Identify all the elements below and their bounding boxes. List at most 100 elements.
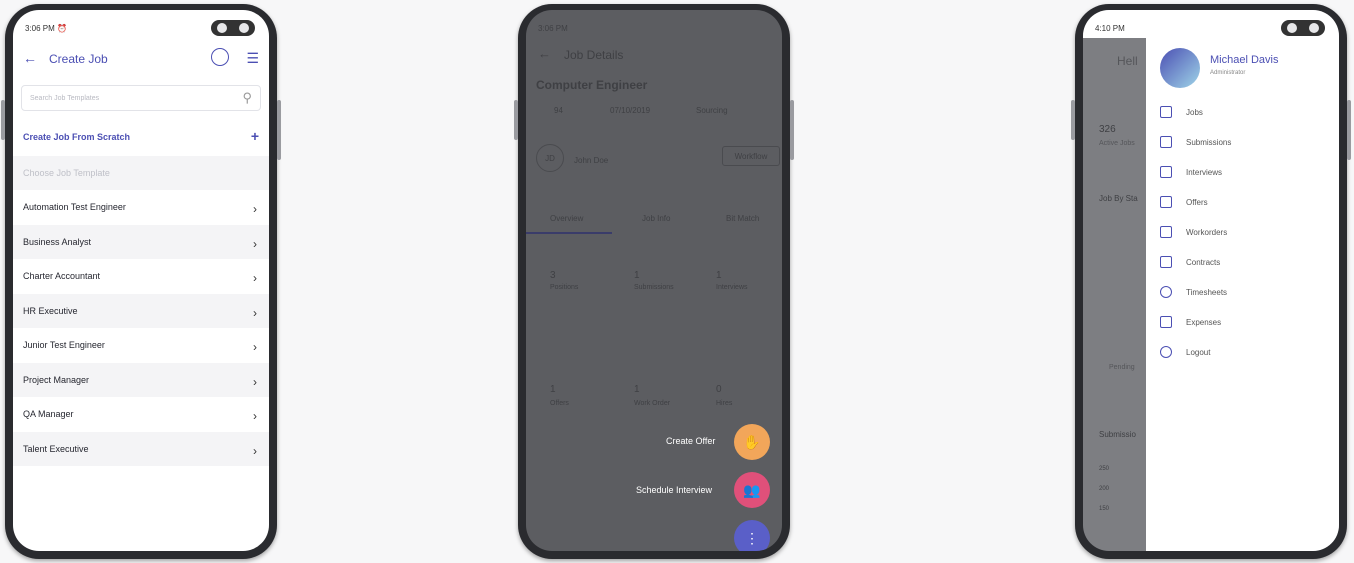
workflow-button: Workflow xyxy=(722,146,780,166)
camera-cutout xyxy=(211,20,255,36)
menu-icon[interactable]: ☰ xyxy=(246,50,259,67)
nav-drawer: Michael Davis Administrator Jobs Submiss… xyxy=(1146,10,1339,551)
menu-label: Offers xyxy=(1186,197,1208,207)
menu-item-expenses[interactable]: Expenses xyxy=(1160,314,1221,330)
stat-value: 1 xyxy=(716,270,722,281)
submissions-chart-label: Submissio xyxy=(1099,430,1136,439)
document-icon xyxy=(1160,226,1172,238)
offer-icon: ✋ xyxy=(743,434,761,450)
chevron-right-icon: › xyxy=(253,202,257,216)
camera-cutout xyxy=(1281,20,1325,36)
template-label: Business Analyst xyxy=(23,237,92,247)
search-placeholder: Search Job Templates xyxy=(30,95,100,102)
menu-label: Contracts xyxy=(1186,257,1221,267)
tab-overview: Overview xyxy=(550,214,584,223)
more-icon: ⋮ xyxy=(745,530,759,546)
stat-label: Hires xyxy=(716,400,733,407)
chevron-right-icon: › xyxy=(253,340,257,354)
page-title: Create Job xyxy=(49,52,108,66)
job-status: Sourcing xyxy=(696,106,728,115)
create-offer-button[interactable]: ✋ xyxy=(734,424,770,460)
menu-label: Interviews xyxy=(1186,167,1223,177)
back-arrow-icon[interactable]: ← xyxy=(23,50,37,66)
phone-job-details: 3:06 PM ← Job Details Computer Engineer … xyxy=(514,4,794,559)
stat-label: Submissions xyxy=(634,284,674,291)
menu-item-contracts[interactable]: Contracts xyxy=(1160,254,1220,270)
layers-icon xyxy=(1160,136,1172,148)
greeting: Hell xyxy=(1117,54,1138,68)
menu-item-workorders[interactable]: Workorders xyxy=(1160,224,1227,240)
schedule-interview-label: Schedule Interview xyxy=(636,485,713,495)
tab-underline xyxy=(526,232,612,234)
template-label: Automation Test Engineer xyxy=(23,202,126,212)
people-icon: 👥 xyxy=(743,482,761,498)
schedule-interview-button[interactable]: 👥 xyxy=(734,472,770,508)
choose-template-header: Choose Job Template xyxy=(13,156,269,190)
create-from-scratch[interactable]: Create Job From Scratch + xyxy=(13,120,269,154)
page-title: Job Details xyxy=(564,48,624,62)
menu-item-jobs[interactable]: Jobs xyxy=(1160,104,1203,120)
stat-label: Offers xyxy=(550,400,569,407)
menu-label: Timesheets xyxy=(1186,287,1228,297)
template-row[interactable]: Project Manager › xyxy=(13,363,269,397)
menu-item-logout[interactable]: Logout xyxy=(1160,344,1210,360)
stat-value: 3 xyxy=(550,270,556,281)
template-row[interactable]: QA Manager › xyxy=(13,397,269,431)
menu-item-interviews[interactable]: Interviews xyxy=(1160,164,1222,180)
create-offer-label: Create Offer xyxy=(666,436,716,446)
axis-tick: 200 xyxy=(1099,486,1110,492)
avatar xyxy=(1160,48,1200,88)
template-row[interactable]: Automation Test Engineer › xyxy=(13,190,269,224)
menu-item-submissions[interactable]: Submissions xyxy=(1160,134,1231,150)
user-name: Michael Davis xyxy=(1210,54,1279,66)
user-role: Administrator xyxy=(1210,70,1246,76)
back-arrow-icon: ← xyxy=(538,46,551,61)
badge-icon xyxy=(1160,196,1172,208)
dashboard-gauge-icon[interactable] xyxy=(211,48,229,66)
template-row[interactable]: Charter Accountant › xyxy=(13,259,269,293)
chevron-right-icon: › xyxy=(253,444,257,458)
recruiter-name: John Doe xyxy=(574,156,609,165)
menu-label: Logout xyxy=(1186,347,1211,357)
axis-tick: 150 xyxy=(1099,506,1110,512)
status-time: 3:06 PM xyxy=(538,24,568,33)
screen: 4:10 PM Hell 326 Active Jobs Job By Sta … xyxy=(1083,10,1339,551)
active-jobs-value: 326 xyxy=(1099,124,1116,135)
menu-item-timesheets[interactable]: Timesheets xyxy=(1160,284,1227,300)
chevron-right-icon: › xyxy=(253,237,257,251)
template-row[interactable]: Junior Test Engineer › xyxy=(13,328,269,362)
job-by-status-label: Job By Sta xyxy=(1099,194,1138,203)
chevron-right-icon: › xyxy=(253,271,257,285)
menu-item-offers[interactable]: Offers xyxy=(1160,194,1208,210)
chevron-right-icon: › xyxy=(253,409,257,423)
recruiter-avatar: JD xyxy=(536,144,564,172)
template-row[interactable]: Talent Executive › xyxy=(13,432,269,466)
job-title: Computer Engineer xyxy=(536,78,648,92)
legend-pending: Pending xyxy=(1109,364,1135,371)
menu-label: Workorders xyxy=(1186,227,1228,237)
clock-icon xyxy=(1160,286,1172,298)
status-bar: 3:06 PM xyxy=(526,10,782,38)
status-time: 3:06 PM xyxy=(25,24,55,33)
create-from-scratch-label: Create Job From Scratch xyxy=(23,132,131,142)
tab-bit-match: Bit Match xyxy=(726,214,760,223)
recruiter-initials: JD xyxy=(545,154,555,163)
status-time: 4:10 PM xyxy=(1095,24,1125,33)
more-options-button[interactable]: ⋮ xyxy=(734,520,770,551)
template-row[interactable]: HR Executive › xyxy=(13,294,269,328)
plus-icon: + xyxy=(250,128,259,144)
menu-label: Jobs xyxy=(1186,107,1203,117)
stat-value: 1 xyxy=(634,384,640,395)
phone-create-job: 3:06 PM ⏰ ← Create Job ☰ Search Job Temp… xyxy=(1,4,281,559)
screen: 3:06 PM ⏰ ← Create Job ☰ Search Job Temp… xyxy=(13,10,269,551)
choose-template-label: Choose Job Template xyxy=(23,168,110,178)
money-icon xyxy=(1160,316,1172,328)
template-label: Charter Accountant xyxy=(23,271,101,281)
stat-value: 1 xyxy=(634,270,640,281)
chevron-right-icon: › xyxy=(253,306,257,320)
stat-value: 1 xyxy=(550,384,556,395)
job-date: 07/10/2019 xyxy=(610,106,651,115)
header: ← Create Job ☰ xyxy=(23,48,259,72)
search-input[interactable]: Search Job Templates ⚲ xyxy=(21,85,261,111)
template-row[interactable]: Business Analyst › xyxy=(13,225,269,259)
